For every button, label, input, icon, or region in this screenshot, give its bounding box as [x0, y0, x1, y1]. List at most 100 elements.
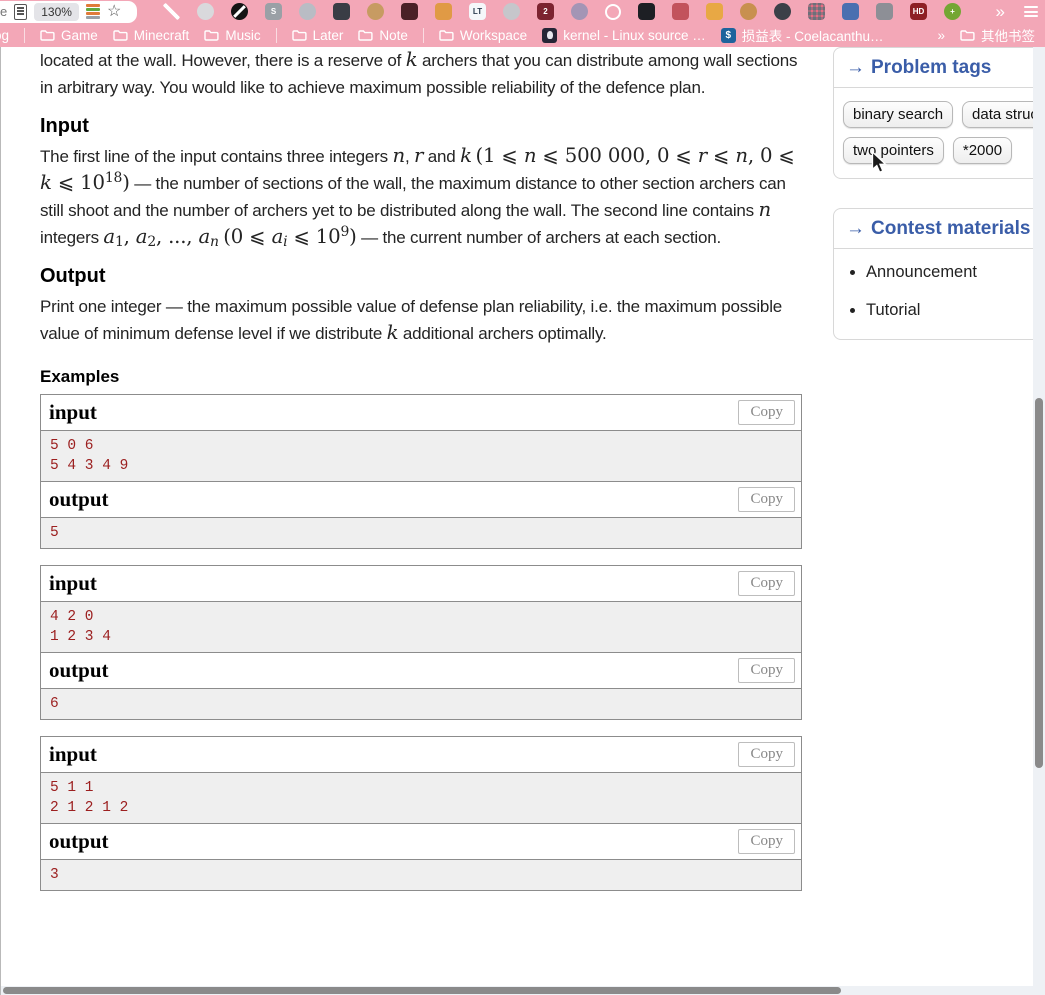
sidebar: → Problem tags binary searchdata structur… — [833, 47, 1045, 369]
copy-output-button[interactable]: Copy — [738, 487, 795, 512]
bookmark-separator — [24, 28, 25, 43]
output-data: 5 — [41, 517, 801, 548]
output-label: output — [49, 829, 109, 854]
bookmark-folder-later[interactable]: Later — [292, 28, 344, 43]
contest-materials-caption[interactable]: →Contest materials — [834, 209, 1045, 249]
copy-input-button[interactable]: Copy — [738, 400, 795, 425]
reader-mode-icon[interactable] — [14, 4, 27, 20]
copy-output-button[interactable]: Copy — [738, 658, 795, 683]
input-data: 5 1 1 2 1 2 1 2 — [41, 772, 801, 823]
urlbar[interactable]: e 130% ☆ — [0, 1, 137, 23]
bookmarks-overflow-chevron-label: » — [937, 28, 945, 43]
sample-tests: inputCopy5 0 6 5 4 3 4 9outputCopy5input… — [40, 394, 802, 891]
problem-tags-box: → Problem tags binary searchdata structur… — [833, 47, 1045, 179]
copy-output-button[interactable]: Copy — [738, 829, 795, 854]
tag-2000[interactable]: *2000 — [953, 137, 1012, 164]
bookmark-folder-other-label: 其他书签 — [981, 25, 1035, 45]
bookmark-folder-other[interactable]: 其他书签 — [960, 25, 1035, 45]
hd-icon[interactable]: HD — [910, 3, 927, 20]
floppy-icon[interactable] — [333, 3, 350, 20]
sample-test-2: inputCopy4 2 0 1 2 3 4outputCopy6 — [40, 565, 802, 720]
bookmark-blog[interactable]: og — [0, 28, 9, 43]
power-icon[interactable] — [605, 4, 621, 20]
sample-test-1: inputCopy5 0 6 5 4 3 4 9outputCopy5 — [40, 394, 802, 549]
cookie-icon[interactable] — [740, 3, 757, 20]
output-spec-paragraph: Print one integer — the maximum possible… — [40, 293, 802, 347]
bookmark-blog-label: og — [0, 28, 9, 43]
input-spec-paragraph: The first line of the input contains thr… — [40, 143, 802, 251]
output-header: output Copy — [41, 652, 801, 688]
bookmark-separator — [276, 28, 277, 43]
dollar-favicon: $ — [721, 28, 736, 43]
bookmark-income-sheet[interactable]: $损益表 - Coelacanthu… — [721, 25, 884, 45]
wrench-icon[interactable] — [163, 3, 180, 20]
contest-materials-list: Announcement Tutorial — [866, 263, 1045, 320]
shield-icon[interactable]: 2 — [537, 3, 554, 20]
camera-icon[interactable] — [638, 3, 655, 20]
orange-extension-icon[interactable] — [706, 3, 723, 20]
colorful-bars-icon[interactable] — [86, 4, 100, 19]
fox-icon[interactable] — [435, 3, 452, 20]
add-icon[interactable]: + — [944, 3, 961, 20]
bookmark-star-icon[interactable]: ☆ — [107, 4, 121, 20]
copy-input-button[interactable]: Copy — [738, 571, 795, 596]
input-label: input — [49, 400, 97, 425]
input-label: input — [49, 571, 97, 596]
contest-materials-box: →Contest materials Announcement Tutorial — [833, 208, 1045, 340]
qr-code-icon[interactable] — [808, 3, 825, 20]
cloud-icon[interactable] — [299, 3, 316, 20]
bookmark-separator — [423, 28, 424, 43]
horizontal-scrollbar-thumb[interactable] — [3, 987, 841, 994]
vertical-scrollbar-track[interactable] — [1033, 47, 1045, 986]
bookmarks-overflow-chevron[interactable]: » — [937, 28, 945, 43]
tag-binary-search[interactable]: binary search — [843, 101, 953, 128]
bookmark-folder-workspace[interactable]: Workspace — [439, 28, 527, 43]
server-icon[interactable] — [401, 3, 418, 20]
contest-material-tutorial[interactable]: Tutorial — [866, 301, 1045, 320]
tag-two-pointers[interactable]: two pointers — [843, 137, 944, 164]
problem-tags-caption[interactable]: → Problem tags — [834, 48, 1045, 88]
folder-icon — [292, 29, 307, 41]
gray-dot-icon[interactable] — [503, 3, 520, 20]
problem-tags-title: Problem tags — [871, 57, 991, 78]
languagetool-icon[interactable]: LT — [469, 3, 486, 20]
collapse-arrow-icon[interactable]: → — [846, 57, 865, 78]
vertical-scrollbar-thumb[interactable] — [1035, 398, 1043, 768]
badger-icon[interactable] — [197, 3, 214, 20]
bookmark-folder-game[interactable]: Game — [40, 28, 98, 43]
output-data: 3 — [41, 859, 801, 890]
bookmark-folder-note[interactable]: Note — [358, 28, 408, 43]
video-icon[interactable] — [876, 3, 893, 20]
tag-list: binary searchdata structurestwo pointers… — [834, 88, 1045, 178]
output-data: 6 — [41, 688, 801, 719]
toolbar-overflow-chevron-icon[interactable]: » — [996, 3, 1005, 20]
bookmark-folder-workspace-label: Workspace — [460, 28, 527, 43]
bookmark-kernel[interactable]: kernel - Linux source … — [542, 28, 706, 43]
menu-icon[interactable] — [1022, 3, 1039, 20]
bookmark-folder-note-label: Note — [379, 28, 408, 43]
browser-toolbar: e 130% ☆ S LT 2 HD + » — [0, 0, 1045, 23]
input-label: input — [49, 742, 97, 767]
collapse-arrow-icon[interactable]: → — [846, 218, 865, 239]
zoom-level-badge[interactable]: 130% — [34, 3, 79, 21]
folder-icon — [358, 29, 373, 41]
bookmark-folder-music[interactable]: Music — [204, 28, 260, 43]
creature-icon[interactable] — [571, 3, 588, 20]
output-label: output — [49, 658, 109, 683]
horizontal-scrollbar-track[interactable] — [1, 986, 1045, 995]
copy-input-button[interactable]: Copy — [738, 742, 795, 767]
input-heading: Input — [40, 114, 802, 138]
extension-icons-row: S LT 2 HD + » — [163, 3, 1045, 20]
globe-icon[interactable] — [774, 3, 791, 20]
contest-material-announcement[interactable]: Announcement — [866, 263, 1045, 282]
bookmark-folder-minecraft[interactable]: Minecraft — [113, 28, 190, 43]
puzzle-icon[interactable] — [842, 3, 859, 20]
browser-window: e 130% ☆ S LT 2 HD + » og Game Minecraft Music La… — [0, 0, 1045, 995]
owl-icon[interactable] — [367, 3, 384, 20]
examples-heading: Examples — [40, 366, 802, 387]
output-header: outputCopy — [41, 481, 801, 517]
red-extension-icon[interactable] — [672, 3, 689, 20]
sample-test-3: input Copy 5 1 1 2 1 2 1 2 output Copy 3 — [40, 736, 802, 891]
no-entry-icon[interactable] — [231, 3, 248, 20]
shortcut-icon[interactable]: S — [265, 3, 282, 20]
